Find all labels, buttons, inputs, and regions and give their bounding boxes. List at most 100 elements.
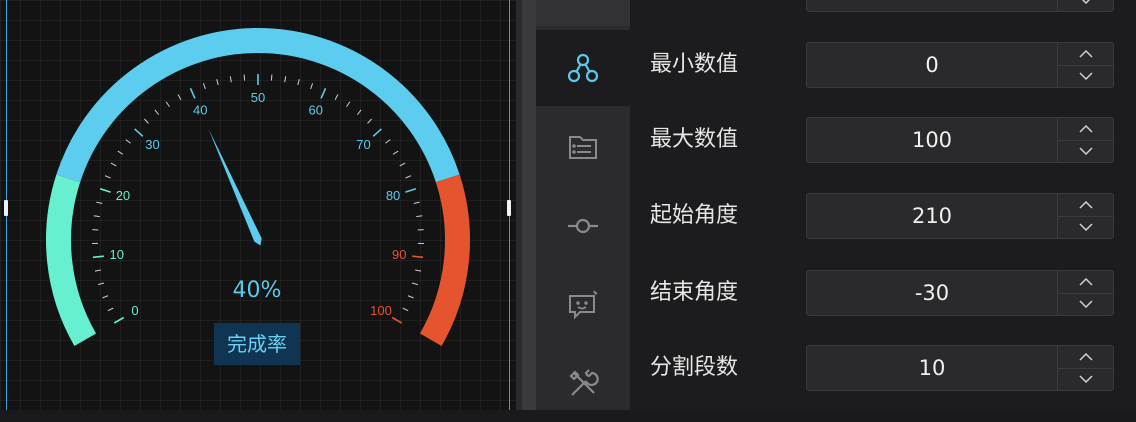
- gauge-title: 完成率: [214, 323, 300, 365]
- chevron-up-icon: [1079, 353, 1093, 361]
- sidebar-top-tab[interactable]: [536, 0, 630, 26]
- gauge-minor-tick: [271, 75, 272, 81]
- gauge-minor-tick: [393, 151, 398, 154]
- chevron-up-icon: [1079, 201, 1093, 209]
- number-stepper: [1057, 118, 1114, 162]
- split-number-input[interactable]: 10: [806, 345, 1114, 391]
- max-value-input[interactable]: 100: [806, 117, 1114, 163]
- start-angle-input[interactable]: 210: [806, 193, 1114, 239]
- gauge-minor-tick: [105, 176, 111, 178]
- input-value[interactable]: 210: [807, 194, 1057, 238]
- gauge-minor-tick: [414, 202, 420, 203]
- step-up-button[interactable]: [1058, 43, 1114, 66]
- resize-handle-right[interactable]: [507, 200, 511, 216]
- gauge-tick-label: 80: [386, 188, 400, 203]
- property-label: 结束角度: [650, 278, 770, 308]
- gauge-minor-tick: [95, 270, 101, 271]
- input-value[interactable]: 10: [807, 346, 1057, 390]
- gauge-major-tick: [93, 256, 104, 257]
- end-angle-input[interactable]: -30: [806, 270, 1114, 316]
- step-up-button[interactable]: [1058, 271, 1114, 294]
- gauge-minor-tick: [347, 102, 350, 107]
- gauge-minor-tick: [311, 83, 313, 89]
- number-stepper: [1057, 271, 1114, 315]
- sidebar-item-tooltip[interactable]: [536, 267, 630, 343]
- gauge-minor-tick: [405, 176, 411, 178]
- gauge-minor-tick: [155, 110, 159, 115]
- chevron-down-icon: [1079, 147, 1093, 155]
- sidebar-item-interaction[interactable]: [536, 188, 630, 264]
- step-down-button[interactable]: [1058, 293, 1114, 315]
- gauge-band-segment: [59, 178, 86, 339]
- gauge-minor-tick: [126, 140, 131, 144]
- step-down-button[interactable]: [1058, 216, 1114, 238]
- gauge-minor-tick: [217, 79, 218, 85]
- gauge-value-text: 40%: [205, 278, 309, 303]
- property-label: 起始角度: [650, 201, 770, 231]
- input-value[interactable]: -30: [807, 271, 1057, 315]
- gauge-minor-tick: [108, 308, 113, 311]
- stepper-previous: [1057, 0, 1114, 11]
- sidebar-item-settings[interactable]: [536, 346, 630, 422]
- gauge-minor-tick: [96, 202, 102, 203]
- property-sidebar: [536, 0, 630, 410]
- gauge-tick-label: 50: [251, 90, 265, 105]
- chevron-down-icon: [1079, 223, 1093, 231]
- scrollbar[interactable]: [522, 0, 536, 410]
- gauge-minor-tick: [298, 79, 299, 85]
- gauge-major-tick: [135, 129, 143, 136]
- gauge-tick-label: 40: [193, 102, 207, 117]
- gauge-minor-tick: [415, 270, 421, 271]
- gauge-major-tick: [190, 88, 194, 98]
- input-value[interactable]: 100: [807, 118, 1057, 162]
- gauge-band-segment: [68, 40, 447, 178]
- input-value[interactable]: 0: [807, 43, 1057, 87]
- number-input-previous[interactable]: [806, 0, 1114, 12]
- gauge-minor-tick: [144, 119, 148, 123]
- commit-node-icon: [566, 209, 600, 243]
- gauge-tick-label: 0: [131, 303, 138, 318]
- property-label: 分割段数: [650, 353, 770, 383]
- sidebar-item-data[interactable]: [536, 30, 630, 106]
- gauge-minor-tick: [203, 83, 205, 89]
- gauge-minor-tick: [111, 163, 116, 166]
- step-up-button[interactable]: [1058, 118, 1114, 141]
- gauge-minor-tick: [408, 296, 414, 298]
- number-stepper: [1057, 43, 1114, 87]
- gauge-minor-tick: [385, 140, 390, 144]
- chevron-up-icon: [1079, 50, 1093, 58]
- gauge-major-tick: [405, 189, 415, 192]
- gauge-minor-tick: [416, 216, 422, 217]
- gauge-pointer: [208, 129, 261, 246]
- gauge-tick-label: 20: [116, 188, 130, 203]
- sidebar-item-list[interactable]: [536, 109, 630, 185]
- gauge-minor-tick: [230, 76, 231, 82]
- gauge-minor-tick: [244, 75, 245, 81]
- gauge-tick-label: 100: [370, 303, 392, 318]
- property-panel: 最小数值 0 最大数值 100 起始角度 210: [630, 0, 1136, 410]
- gauge-minor-tick: [285, 76, 286, 82]
- property-label: 最大数值: [650, 125, 770, 155]
- min-value-input[interactable]: 0: [806, 42, 1114, 88]
- step-down-button[interactable]: [1058, 140, 1114, 162]
- resize-handle-left[interactable]: [4, 200, 8, 216]
- number-stepper: [1057, 346, 1114, 390]
- tools-icon: [566, 367, 600, 401]
- step-down-button[interactable]: [1058, 368, 1114, 390]
- gauge-major-tick: [373, 129, 381, 136]
- chevron-up-icon: [1079, 125, 1093, 133]
- step-down-button[interactable]: [1058, 0, 1114, 11]
- chevron-down-icon: [1079, 300, 1093, 308]
- gauge-minor-tick: [412, 283, 418, 285]
- gauge-minor-tick: [118, 151, 123, 154]
- gauge-tick-label: 60: [309, 102, 323, 117]
- gauge-minor-tick: [94, 216, 100, 217]
- step-up-button[interactable]: [1058, 194, 1114, 217]
- step-up-button[interactable]: [1058, 346, 1114, 369]
- step-down-button[interactable]: [1058, 65, 1114, 87]
- nodes-icon: [566, 51, 600, 85]
- list-file-icon: [566, 130, 600, 164]
- canvas-preview[interactable]: 0102030405060708090100 40% 完成率: [0, 0, 516, 410]
- gauge-tick-label: 70: [356, 137, 370, 152]
- chevron-down-icon: [1079, 0, 1093, 4]
